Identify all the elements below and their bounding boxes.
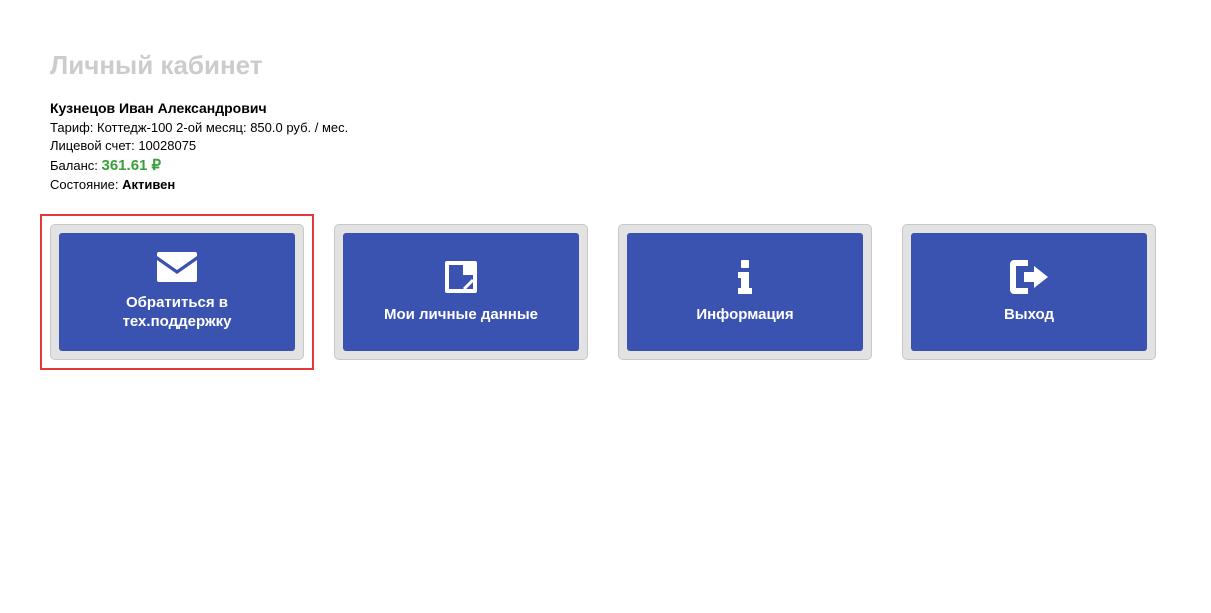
card-info-wrapper: Информация (618, 224, 872, 360)
account-label: Лицевой счет: (50, 138, 135, 153)
card-info[interactable]: Информация (627, 233, 863, 351)
note-icon (445, 260, 477, 294)
page-title: Личный кабинет (50, 50, 1161, 81)
signout-icon (1010, 260, 1048, 294)
status-value: Активен (122, 177, 175, 192)
card-support[interactable]: Обратиться в тех.поддержку (59, 233, 295, 351)
status-line: Состояние: Активен (50, 176, 1161, 194)
balance-label: Баланс: (50, 158, 98, 173)
info-icon (738, 260, 752, 294)
tariff-line: Тариф: Коттедж-100 2-ой месяц: 850.0 руб… (50, 119, 1161, 137)
card-outer-info: Информация (618, 224, 872, 360)
tariff-value: Коттедж-100 2-ой месяц: 850.0 руб. / мес… (97, 120, 348, 135)
card-exit[interactable]: Выход (911, 233, 1147, 351)
card-outer-support: Обратиться в тех.поддержку (50, 224, 304, 360)
account-value: 10028075 (138, 138, 196, 153)
cards-row: Обратиться в тех.поддержку (50, 224, 1161, 360)
balance-line: Баланс: 361.61 ₽ (50, 155, 1161, 176)
card-outer-personal: Мои личные данные (334, 224, 588, 360)
tariff-label: Тариф: (50, 120, 93, 135)
card-personal-label: Мои личные данные (384, 306, 538, 325)
user-info-block: Кузнецов Иван Александрович Тариф: Котте… (50, 99, 1161, 194)
card-support-highlight: Обратиться в тех.поддержку (40, 214, 314, 370)
card-outer-exit: Выход (902, 224, 1156, 360)
card-exit-label: Выход (1004, 306, 1054, 325)
card-exit-wrapper: Выход (902, 224, 1156, 360)
card-personal[interactable]: Мои личные данные (343, 233, 579, 351)
card-support-label: Обратиться в тех.поддержку (123, 294, 232, 332)
account-line: Лицевой счет: 10028075 (50, 137, 1161, 155)
card-info-label: Информация (696, 306, 793, 325)
user-name: Кузнецов Иван Александрович (50, 99, 1161, 119)
card-personal-wrapper: Мои личные данные (334, 224, 588, 360)
balance-value: 361.61 ₽ (102, 157, 162, 174)
envelope-icon (157, 252, 197, 282)
status-label: Состояние: (50, 177, 118, 192)
